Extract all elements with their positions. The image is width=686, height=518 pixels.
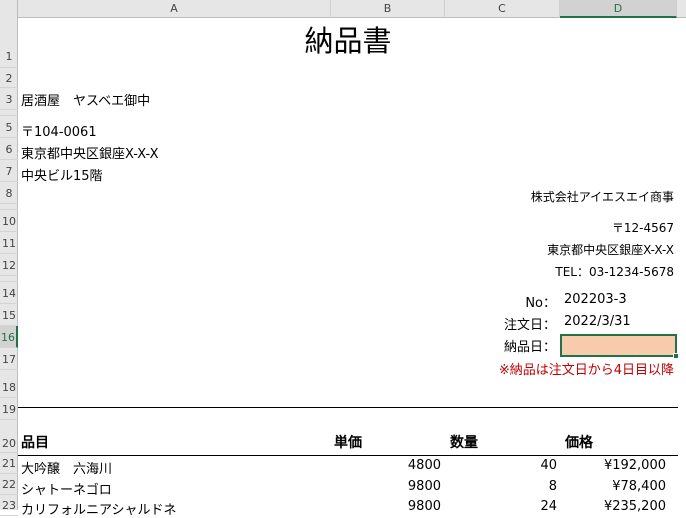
order-date-label[interactable]: 注文日： bbox=[504, 314, 556, 333]
column-header-a[interactable]: A bbox=[18, 0, 331, 18]
row-header-7[interactable]: 7 bbox=[0, 160, 18, 182]
row-header-6[interactable]: 6 bbox=[0, 138, 18, 160]
row-header-16[interactable]: 16 bbox=[0, 326, 18, 348]
table-row-1-qty[interactable]: 40 bbox=[540, 458, 557, 473]
table-row-1-total[interactable]: ¥192,000 bbox=[604, 458, 666, 473]
supplier-postal[interactable]: 〒12-4567 bbox=[612, 219, 674, 236]
row-header-1[interactable]: 1 bbox=[0, 18, 18, 68]
delivery-note[interactable]: ※納品は注文日から4日目以降 bbox=[499, 359, 674, 378]
row-header-22[interactable]: 22 bbox=[0, 474, 18, 495]
row-header-8[interactable]: 8 bbox=[0, 182, 18, 204]
order-date-value[interactable]: 2022/3/31 bbox=[564, 314, 631, 329]
header-item[interactable]: 品目 bbox=[21, 432, 49, 452]
table-row-2-price[interactable]: 9800 bbox=[408, 479, 441, 494]
table-top-rule bbox=[18, 407, 678, 408]
table-row-1-price[interactable]: 4800 bbox=[408, 458, 441, 473]
row-header-3[interactable]: 3 bbox=[0, 88, 18, 110]
row-header-21[interactable]: 21 bbox=[0, 453, 18, 474]
supplier-company[interactable]: 株式会社アイエスエイ商事 bbox=[531, 188, 674, 205]
row-header-5[interactable]: 5 bbox=[0, 116, 18, 138]
column-header-bar: A B C D bbox=[0, 0, 686, 18]
table-row-3-total[interactable]: ¥235,200 bbox=[604, 499, 666, 514]
table-row-3-item[interactable]: カリフォルニアシャルドネ bbox=[21, 499, 176, 518]
customer-building[interactable]: 中央ビル15階 bbox=[21, 165, 103, 184]
no-label[interactable]: No： bbox=[525, 292, 556, 311]
row-header-18[interactable]: 18 bbox=[0, 370, 18, 398]
row-header-14[interactable]: 14 bbox=[0, 282, 18, 304]
header-total[interactable]: 価格 bbox=[565, 432, 593, 452]
delivery-date-input[interactable] bbox=[560, 334, 679, 359]
row-header-15[interactable]: 15 bbox=[0, 304, 18, 326]
customer-postal[interactable]: 〒104-0061 bbox=[21, 121, 97, 140]
document-title[interactable]: 納品書 bbox=[18, 18, 678, 60]
supplier-address[interactable]: 東京都中央区銀座X-X-X bbox=[547, 241, 674, 258]
row-header-bar: 1 2 3 5 6 7 8 10 11 12 14 15 16 17 18 19… bbox=[0, 18, 18, 516]
row-header-2[interactable]: 2 bbox=[0, 68, 18, 88]
row-header-20[interactable]: 20 bbox=[0, 420, 18, 453]
table-row-2-item[interactable]: シャトーネゴロ bbox=[21, 479, 112, 498]
row-header-17[interactable]: 17 bbox=[0, 348, 18, 370]
row-header-23[interactable]: 23 bbox=[0, 495, 18, 516]
customer-name[interactable]: 居酒屋 ヤスベエ御中 bbox=[21, 90, 150, 109]
table-row-1-item[interactable]: 大吟醸 六海川 bbox=[21, 458, 112, 477]
row-header-19[interactable]: 19 bbox=[0, 398, 18, 420]
column-header-b[interactable]: B bbox=[331, 0, 445, 18]
table-row-2-qty[interactable]: 8 bbox=[549, 479, 557, 494]
column-header-d[interactable]: D bbox=[560, 0, 677, 18]
select-all-corner[interactable] bbox=[0, 0, 18, 18]
column-header-c[interactable]: C bbox=[445, 0, 560, 18]
header-unit-price[interactable]: 単価 bbox=[334, 432, 362, 452]
row-header-12[interactable]: 12 bbox=[0, 254, 18, 276]
table-row-3-qty[interactable]: 24 bbox=[540, 499, 557, 514]
supplier-tel[interactable]: TEL：03-1234-5678 bbox=[555, 263, 674, 280]
row-header-11[interactable]: 11 bbox=[0, 232, 18, 254]
header-quantity[interactable]: 数量 bbox=[450, 432, 478, 452]
row-header-10[interactable]: 10 bbox=[0, 210, 18, 232]
table-row-2-total[interactable]: ¥78,400 bbox=[612, 479, 666, 494]
no-value[interactable]: 202203-3 bbox=[564, 292, 627, 307]
table-header-rule bbox=[18, 455, 678, 456]
delivery-date-label[interactable]: 納品日： bbox=[504, 336, 556, 355]
table-row-3-price[interactable]: 9800 bbox=[408, 499, 441, 514]
customer-address[interactable]: 東京都中央区銀座X-X-X bbox=[21, 143, 159, 162]
